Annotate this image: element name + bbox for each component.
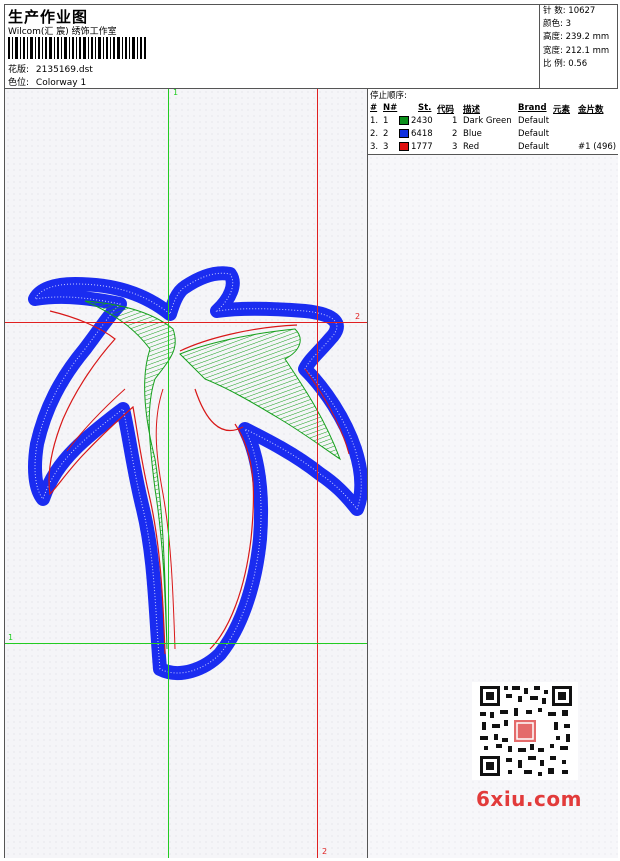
stat-height: 高度: 239.2 mm — [543, 32, 610, 43]
col-header-brand: Brand — [518, 103, 547, 113]
header: 生产作业图 Wilcom(汇 宸) 绣饰工作室 花版: 2135169.dst … — [4, 4, 618, 89]
row-code: 3 — [452, 142, 458, 152]
color-swatch — [399, 129, 409, 138]
row-description: Blue — [463, 129, 482, 139]
design-preview: 1 2 1 2 — [5, 89, 368, 858]
col-header-index: # — [370, 103, 378, 113]
row-brand: Default — [518, 116, 550, 126]
row-brand: Default — [518, 129, 550, 139]
studio-name: Wilcom(汇 宸) 绣饰工作室 — [8, 27, 117, 37]
leaf-fill-green — [84, 300, 342, 650]
colorway-label: 色位: — [8, 78, 30, 88]
row-index: 2. — [370, 129, 379, 139]
col-header-elements: 元素 — [553, 105, 571, 115]
row-elements: #1 (496) — [578, 142, 617, 152]
stat-stitches: 针 数: 10627 — [543, 6, 596, 16]
stats-panel: 针 数: 10627 颜色: 3 高度: 239.2 mm 宽度: 212.1 … — [539, 4, 618, 88]
stat-scale: 比 例: 0.56 — [543, 58, 588, 69]
design-file-row: 花版: 2135169.dst — [8, 62, 93, 75]
row-stitches: 6418 — [411, 129, 433, 139]
row-n: 3 — [383, 142, 389, 152]
barcode — [8, 37, 146, 59]
row-brand: Default — [518, 142, 550, 152]
watermark-text: 6xiu.com — [476, 787, 582, 811]
color-swatch — [399, 142, 409, 151]
col-header-stitches: St. — [418, 103, 432, 113]
design-label: 花版: — [8, 65, 30, 75]
stat-width: 宽度: 212.1 mm — [543, 45, 610, 56]
design-file-value: 2135169.dst — [35, 65, 93, 75]
guide-h1-label: 1 — [8, 633, 14, 642]
row-index: 3. — [370, 142, 379, 152]
stop-sequence-table: 停止顺序: # N# St. 代码 描述 Brand 元素 金片数 1. 1 2… — [368, 89, 618, 155]
colorway-value: Colorway 1 — [35, 78, 87, 88]
color-swatch — [399, 116, 409, 125]
stop-sequence-title: 停止顺序: — [370, 91, 407, 101]
col-header-description: 描述 — [463, 105, 481, 115]
row-description: Dark Green — [463, 116, 512, 126]
row-n: 1 — [383, 116, 389, 126]
guide-v2-label: 2 — [322, 847, 328, 856]
qr-code — [472, 682, 578, 780]
row-code: 1 — [452, 116, 458, 126]
guide-vertical-red — [317, 89, 318, 858]
leaf-outline-blue — [28, 266, 367, 680]
row-code: 2 — [452, 129, 458, 139]
guide-horizontal-red — [5, 322, 367, 323]
row-index: 1. — [370, 116, 379, 126]
row-stitches: 2430 — [411, 116, 433, 126]
stat-colors: 颜色: 3 — [543, 19, 571, 30]
col-header-sequins: 金片数 — [578, 105, 604, 115]
embroidery-design — [28, 266, 367, 680]
col-header-code: 代码 — [437, 105, 455, 115]
guide-v1-label: 1 — [173, 89, 179, 97]
col-header-n: N# — [383, 103, 398, 113]
guide-horizontal-green — [5, 643, 367, 644]
row-stitches: 1777 — [411, 142, 433, 152]
row-n: 2 — [383, 129, 389, 139]
guide-vertical-green — [168, 89, 169, 858]
guide-h2-label: 2 — [355, 312, 361, 321]
colorway-row: 色位: Colorway 1 — [8, 75, 86, 88]
row-description: Red — [463, 142, 480, 152]
